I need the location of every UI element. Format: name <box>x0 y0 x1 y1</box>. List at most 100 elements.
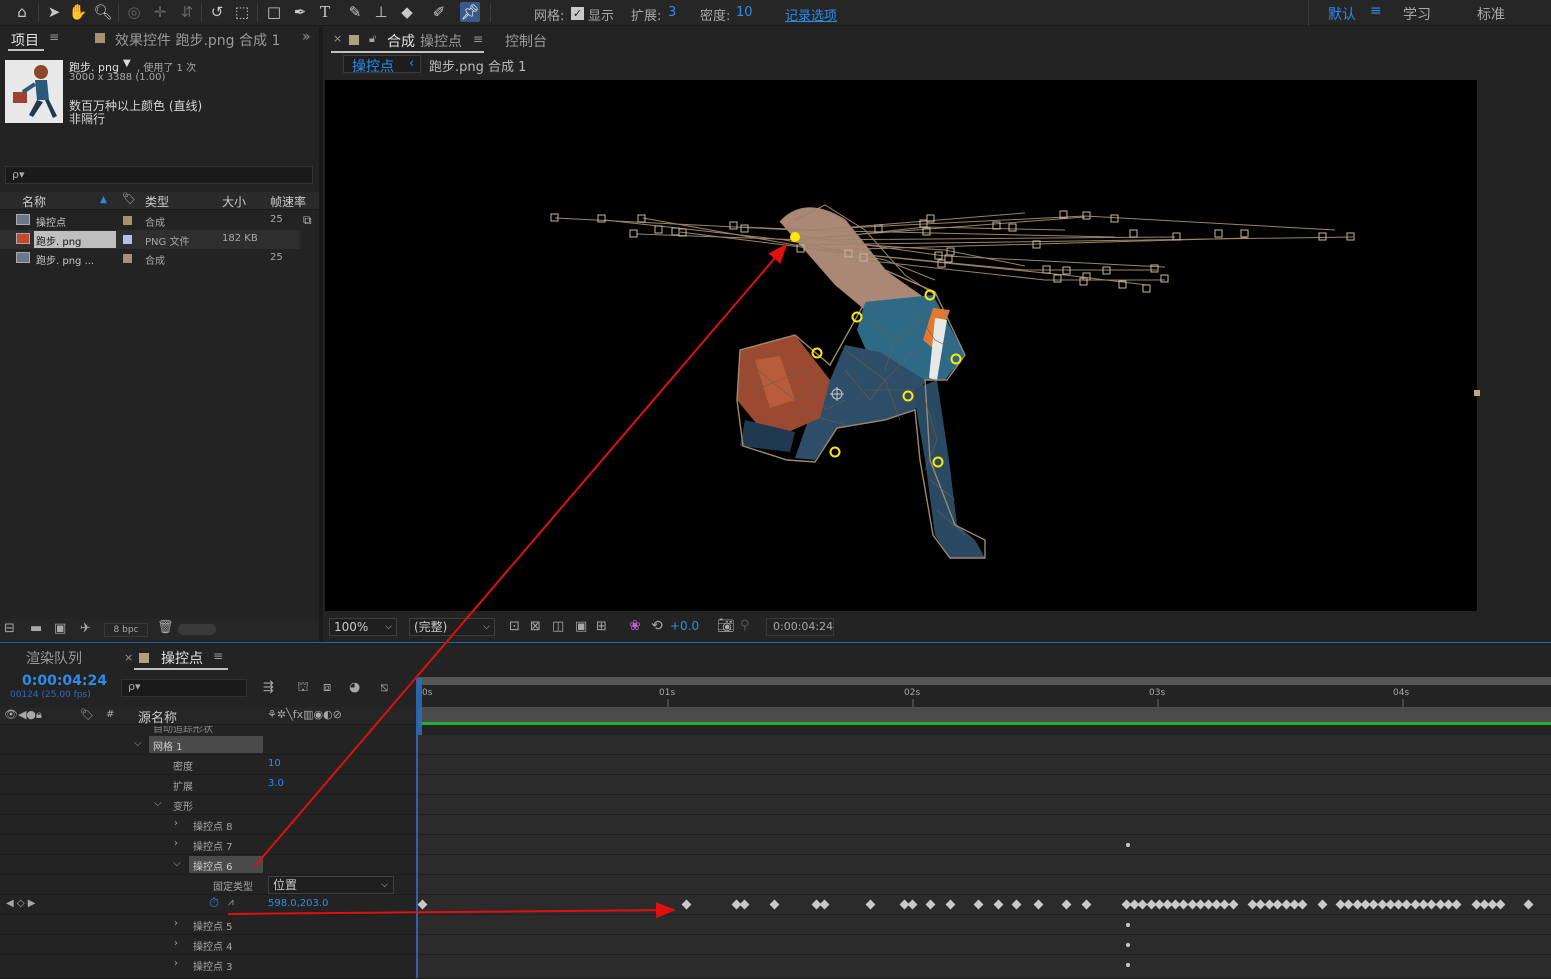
keyframe-summary-dot[interactable] <box>1126 963 1130 967</box>
tab-timeline[interactable]: 操控点 <box>161 648 203 668</box>
switches-icons[interactable]: ⚘✲╲fx▥◉◐⊘ <box>267 708 342 721</box>
home-icon[interactable]: ⌂ <box>12 2 32 22</box>
hide-shy-layers-icon[interactable]: ⧈ <box>323 680 331 695</box>
keyframe[interactable] <box>907 899 918 910</box>
tab-console[interactable]: 控制台 <box>505 31 547 51</box>
keyframe[interactable] <box>1451 899 1462 910</box>
close-timeline-tab-icon[interactable]: × <box>124 651 133 664</box>
brush-tool-icon[interactable]: ✎ <box>345 2 365 22</box>
workspace-menu-icon[interactable]: ≡ <box>1370 3 1382 19</box>
comp-tab-prefix[interactable]: 合成 <box>387 31 415 51</box>
puppet-pin-7-row[interactable]: › 操控点 7 <box>0 835 415 855</box>
breadcrumb-active[interactable]: 操控点 ‹ <box>343 55 421 75</box>
lock-icon[interactable]: 🔓︎ <box>369 32 376 46</box>
panel-overflow-icon[interactable]: » <box>302 29 311 45</box>
adjust-settings-icon[interactable]: ✈ <box>80 621 91 636</box>
flowchart-icon[interactable]: ⧉ <box>303 213 312 228</box>
record-options-link[interactable]: 记录选项 <box>785 5 837 24</box>
close-comp-tab-icon[interactable]: × <box>333 32 342 45</box>
puppet-pin-3-row[interactable]: › 操控点 3 <box>0 955 415 979</box>
keyframe-track[interactable] <box>417 895 1551 915</box>
keyframe[interactable] <box>681 899 692 910</box>
new-folder-icon[interactable]: ▬ <box>30 621 42 636</box>
timeline-search-input[interactable]: ρ▾ <box>121 679 247 697</box>
keyframe[interactable] <box>417 899 428 910</box>
selection-tool-icon[interactable]: ➤ <box>44 2 64 22</box>
new-composition-icon[interactable]: ▣ <box>54 621 66 636</box>
graph-editor-icon[interactable]: ⧅ <box>380 680 388 695</box>
layer-duration-bar[interactable] <box>418 707 1551 723</box>
keyframe-summary-dot[interactable] <box>1126 923 1130 927</box>
timecode-display[interactable]: 0:00:04:24 <box>766 618 834 636</box>
show-snapshot-icon[interactable]: ⚲ <box>740 618 750 633</box>
pan-camera-icon[interactable]: ✛ <box>150 2 170 22</box>
always-preview-icon[interactable]: ⊡ <box>509 619 520 634</box>
comp-viewer[interactable] <box>325 80 1477 611</box>
keyframe[interactable] <box>1523 899 1534 910</box>
density-value[interactable]: 10 <box>736 5 753 20</box>
label-tag-icon[interactable]: 🏷︎ <box>122 192 136 205</box>
col-type[interactable]: 类型 <box>145 193 169 210</box>
interpret-footage-icon[interactable]: ⊟ <box>4 621 15 636</box>
clone-stamp-icon[interactable]: ⊥ <box>371 2 391 22</box>
keyframe-summary-dot[interactable] <box>1126 843 1130 847</box>
work-area-bar[interactable] <box>418 677 1551 685</box>
comp-menu-icon[interactable]: ≡ <box>473 32 483 46</box>
keyframe[interactable] <box>945 899 956 910</box>
thumbnail-slider[interactable] <box>178 624 216 635</box>
keyframe[interactable] <box>739 899 750 910</box>
resize-handle[interactable] <box>1474 390 1480 396</box>
snapshot-camera-icon[interactable]: 📷︎ <box>717 618 735 634</box>
orbit-camera-icon[interactable]: ◎ <box>124 2 144 22</box>
transparency-grid-icon[interactable]: ⊠ <box>530 619 541 634</box>
chevron-right-icon[interactable]: › <box>174 818 178 829</box>
keyframe[interactable] <box>819 899 830 910</box>
grid-guides-icon[interactable]: ⊞ <box>596 619 607 634</box>
zoom-dropdown[interactable]: 100% ⌵ <box>329 618 397 636</box>
color-channels-icon[interactable]: ❀ <box>629 618 641 634</box>
timeline-menu-icon[interactable]: ≡ <box>213 649 223 663</box>
col-name[interactable]: 名称 <box>22 193 46 210</box>
exposure-reset-icon[interactable]: ⟲ <box>651 618 663 634</box>
comp-mini-flowchart-icon[interactable]: ⇶ <box>263 680 274 695</box>
trash-icon[interactable]: 🗑︎ <box>157 620 174 635</box>
density-row[interactable]: 密度 10 <box>0 755 415 775</box>
project-menu-icon[interactable]: ≡ <box>49 30 59 44</box>
chevron-right-icon[interactable]: › <box>174 838 178 849</box>
keyframe[interactable] <box>1011 899 1022 910</box>
rectangle-tool-icon[interactable]: □ <box>264 2 284 22</box>
type-tool-icon[interactable]: T <box>315 2 335 22</box>
resolution-dropdown[interactable]: (完整) ⌵ <box>409 618 495 636</box>
density-value[interactable]: 10 <box>268 758 281 769</box>
file-dropdown-icon[interactable]: ▼ <box>123 58 131 69</box>
puppet-pin-8-row[interactable]: › 操控点 8 <box>0 815 415 835</box>
project-item-row[interactable]: 操控点 合成 25 <box>0 211 300 230</box>
expansion-row[interactable]: 扩展 3.0 <box>0 775 415 795</box>
project-search-input[interactable]: ρ▾ <box>5 166 313 184</box>
chevron-down-icon[interactable]: ⌵ <box>173 858 181 869</box>
keyframe[interactable] <box>1061 899 1072 910</box>
keyframe-summary-dot[interactable] <box>1126 943 1130 947</box>
project-item-row[interactable]: 跑步. png PNG 文件 182 KB <box>0 230 300 249</box>
keyframe[interactable] <box>925 899 936 910</box>
keyframe[interactable] <box>973 899 984 910</box>
workspace-default[interactable]: 默认 <box>1328 4 1356 24</box>
col-source-name[interactable]: 源名称 <box>138 707 177 726</box>
keyframe[interactable] <box>1297 899 1308 910</box>
dolly-camera-icon[interactable]: ⇵ <box>177 2 197 22</box>
av-features-icon[interactable]: 👁︎◀●🔒︎ <box>4 708 42 722</box>
expansion-value[interactable]: 3.0 <box>268 778 284 789</box>
workspace-standard[interactable]: 标准 <box>1477 4 1505 24</box>
puppet-pin-4-row[interactable]: › 操控点 4 <box>0 935 415 955</box>
anchor-tool-icon[interactable]: ⬚ <box>232 2 252 22</box>
tab-composition[interactable]: 操控点 <box>420 31 462 51</box>
keyframe[interactable] <box>993 899 1004 910</box>
chevron-right-icon[interactable]: › <box>174 938 178 949</box>
eraser-tool-icon[interactable]: ◆ <box>397 2 417 22</box>
expand-value[interactable]: 3 <box>668 5 676 20</box>
stopwatch-icon[interactable]: ⏱︎ <box>209 896 219 911</box>
region-of-interest-icon[interactable]: ▣ <box>575 619 587 634</box>
time-ruler[interactable]: 0s 01s 02s 03s 04s <box>418 685 1551 707</box>
col-fps[interactable]: 帧速率 <box>270 193 306 210</box>
project-item-row[interactable]: 跑步. png ... 合成 25 <box>0 249 300 268</box>
